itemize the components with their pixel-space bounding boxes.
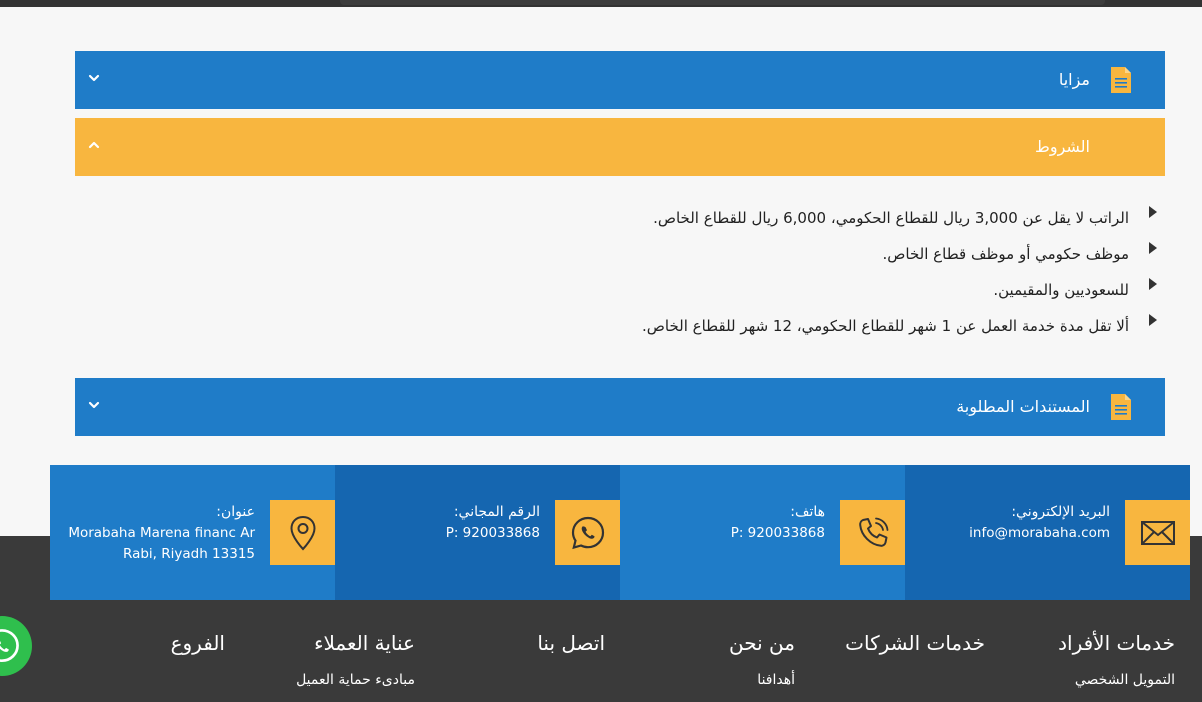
envelope-icon [1125, 500, 1190, 565]
accordion-advantages-header[interactable]: مزايا [75, 51, 1165, 109]
document-icon [1111, 394, 1131, 420]
contact-phone: هاتف: P: 920033868 [620, 465, 905, 600]
footer-heading: من نحن [729, 631, 795, 655]
footer-col-care: عناية العملاء مبادىء حماية العميل [296, 628, 415, 688]
contact-address-text: عنوان: Morabaha Marena financ Ar Rabi, R… [68, 504, 255, 562]
footer-link-personal-finance[interactable]: التمويل الشخصي [1058, 672, 1175, 688]
list-item: للسعوديين والمقيمين. [75, 272, 1165, 308]
footer-heading: خدمات الأفراد [1058, 631, 1175, 655]
footer-col-individuals: خدمات الأفراد التمويل الشخصي [1058, 628, 1175, 688]
footer-heading: خدمات الشركات [845, 631, 985, 655]
whatsapp-icon [555, 500, 620, 565]
footer-heading: عناية العملاء [314, 631, 415, 655]
accordion-terms-header[interactable]: الشروط [75, 118, 1165, 176]
whatsapp-icon [0, 629, 19, 663]
top-strip [0, 0, 1202, 7]
footer-col-about: من نحن أهدافنا [729, 628, 795, 688]
accordion-documents-header[interactable]: المستندات المطلوبة [75, 378, 1165, 436]
list-item: الراتب لا يقل عن 3,000 ريال للقطاع الحكو… [75, 200, 1165, 236]
footer-link-customer-protection[interactable]: مبادىء حماية العميل [296, 672, 415, 688]
location-pin-icon [270, 500, 335, 565]
bullet-arrow-icon [1149, 314, 1157, 326]
contact-tollfree: الرقم المجاني: P: 920033868 [335, 465, 620, 600]
footer-col-contact: اتصل بنا [537, 628, 605, 658]
list-item: موظف حكومي أو موظف قطاع الخاص. [75, 236, 1165, 272]
bullet-arrow-icon [1149, 206, 1157, 218]
bullet-arrow-icon [1149, 278, 1157, 290]
document-icon [1111, 67, 1131, 93]
contact-email-text: البريد الإلكتروني: info@morabaha.com [969, 504, 1110, 541]
contact-tollfree-text: الرقم المجاني: P: 920033868 [445, 504, 540, 541]
contact-band: عنوان: Morabaha Marena financ Ar Rabi, R… [50, 465, 1190, 600]
contact-address: عنوان: Morabaha Marena financ Ar Rabi, R… [50, 465, 335, 600]
bullet-arrow-icon [1149, 242, 1157, 254]
phone-icon [840, 500, 905, 565]
list-item: ألا تقل مدة خدمة العمل عن 1 شهر للقطاع ا… [75, 308, 1165, 344]
chevron-down-icon [88, 74, 100, 82]
contact-email: البريد الإلكتروني: info@morabaha.com [905, 465, 1190, 600]
footer-link-goals[interactable]: أهدافنا [729, 672, 795, 688]
footer-col-branches: الفروع [171, 628, 225, 658]
top-strip-bar [340, 0, 1105, 5]
footer-heading: اتصل بنا [537, 631, 605, 655]
accordion-documents-title: المستندات المطلوبة [956, 397, 1090, 416]
accordion-advantages-title: مزايا [1058, 70, 1090, 89]
accordion-terms-title: الشروط [1035, 137, 1090, 156]
footer-col-companies: خدمات الشركات [845, 628, 985, 658]
chevron-down-icon [88, 401, 100, 409]
terms-list: الراتب لا يقل عن 3,000 ريال للقطاع الحكو… [75, 200, 1165, 344]
chevron-up-icon [88, 141, 100, 149]
footer-heading: الفروع [170, 631, 225, 655]
contact-phone-text: هاتف: P: 920033868 [730, 504, 825, 541]
